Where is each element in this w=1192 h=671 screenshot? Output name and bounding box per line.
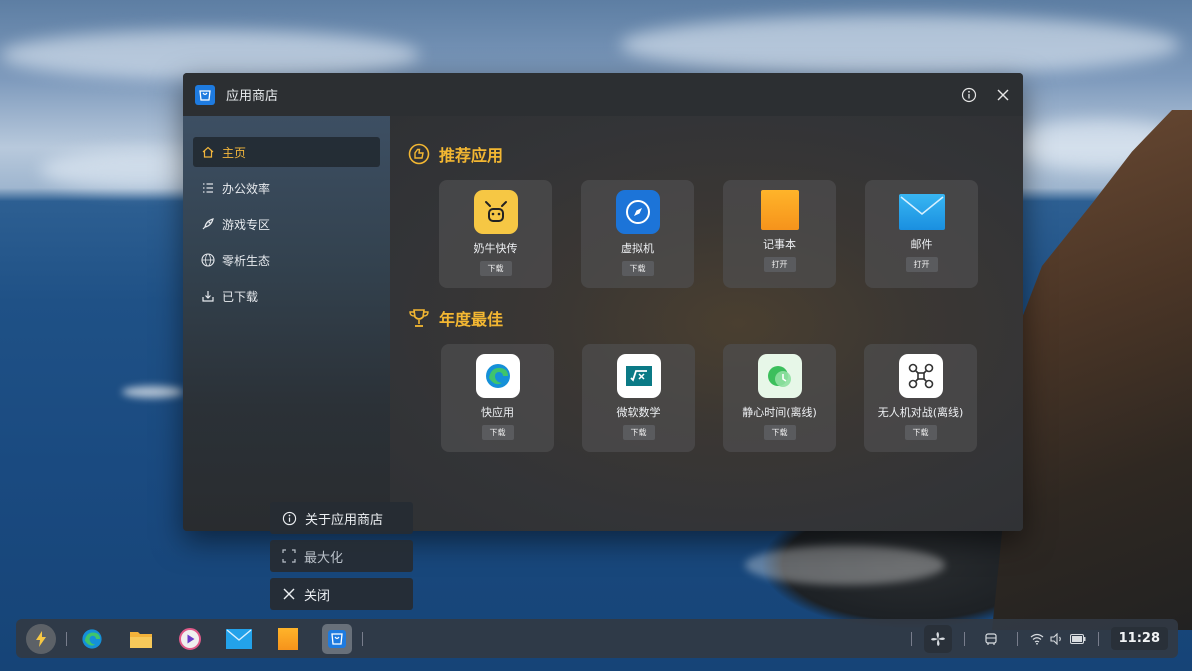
menu-item-label: 关闭 (304, 588, 331, 604)
fan-icon[interactable] (923, 624, 952, 653)
app-card[interactable]: 无人机对战(离线) 下载 (864, 344, 977, 452)
main-content: 推荐应用 奶牛快传 下载 虚拟机 下载 记事本 打开 邮件 打开 年度最佳 快应… (390, 116, 1023, 531)
app-store-icon (195, 84, 215, 105)
title-bar[interactable]: 应用商店 (183, 73, 1023, 116)
trophy-icon (409, 309, 429, 327)
app-card[interactable]: 虚拟机 下载 (581, 180, 694, 288)
app-card[interactable]: 记事本 打开 (723, 180, 836, 288)
wave-foam (122, 386, 184, 398)
wifi-icon[interactable] (1030, 633, 1044, 645)
app-store-window: 应用商店 主页 办公效率 游戏专区 零析生态 已下载 推荐应用 奶牛快传 下载 … (183, 73, 1023, 531)
app-card[interactable]: 邮件 打开 (865, 180, 978, 288)
folder-icon[interactable] (126, 624, 156, 654)
app-name: 虚拟机 (621, 242, 654, 255)
window-title: 应用商店 (226, 89, 279, 104)
taskbar-separator (66, 631, 67, 646)
app-card[interactable]: 快应用 下载 (441, 344, 554, 452)
menu-item-maximize[interactable]: 最大化 (270, 540, 413, 572)
drone-icon (898, 354, 943, 398)
section-title-recommended: 推荐应用 (408, 142, 1005, 166)
app-card[interactable]: 静心时间(离线) 下载 (723, 344, 836, 452)
taskbar-separator (1016, 631, 1018, 646)
system-tray: 11:28 (909, 624, 1168, 653)
close-icon[interactable] (995, 87, 1011, 103)
media-player-icon[interactable] (175, 624, 205, 654)
mail-icon (898, 194, 945, 230)
sidebar-item-home[interactable]: 主页 (193, 137, 380, 167)
cloud (620, 15, 1180, 75)
app-name: 邮件 (910, 238, 933, 251)
www-icon (201, 253, 215, 267)
menu-item-about[interactable]: 关于应用商店 (270, 502, 413, 534)
taskbar: 11:28 (16, 619, 1178, 658)
app-card[interactable]: 奶牛快传 下载 (439, 180, 552, 288)
download-button[interactable]: 下载 (622, 425, 655, 440)
wave-foam (745, 545, 945, 585)
taskbar-separator (1097, 631, 1099, 646)
maximize-icon (282, 549, 296, 563)
download-button[interactable]: 下载 (763, 425, 796, 440)
info-icon[interactable] (961, 87, 977, 103)
app-name: 无人机对战(离线) (877, 406, 964, 419)
sidebar-item-label: 游戏专区 (222, 217, 271, 232)
close-icon (283, 588, 295, 600)
open-button[interactable]: 打开 (763, 257, 796, 272)
app-name: 快应用 (481, 406, 514, 419)
menu-item-label: 最大化 (304, 550, 344, 566)
thumb-badge-icon (408, 143, 430, 165)
sidebar-item-office[interactable]: 办公效率 (193, 173, 380, 203)
section-title-text: 年度最佳 (439, 310, 504, 329)
sidebar-item-label: 零析生态 (222, 253, 271, 268)
launcher-button[interactable] (26, 623, 56, 654)
home-icon (202, 146, 214, 158)
download-tray-icon (202, 291, 214, 302)
download-button[interactable]: 下载 (479, 261, 512, 276)
sidebar-item-label: 已下载 (222, 289, 259, 304)
sidebar: 主页 办公效率 游戏专区 零析生态 已下载 (183, 116, 390, 531)
app-name: 微软数学 (616, 406, 661, 419)
edge-icon (475, 354, 520, 398)
sidebar-item-ecosystem[interactable]: 零析生态 (193, 245, 380, 275)
mail-icon[interactable] (224, 624, 254, 654)
section-title-text: 推荐应用 (439, 146, 504, 165)
sidebar-item-label: 主页 (222, 145, 247, 160)
robot-icon[interactable] (977, 625, 1005, 653)
app-card[interactable]: 微软数学 下载 (582, 344, 695, 452)
download-button[interactable]: 下载 (481, 425, 514, 440)
app-name: 记事本 (763, 238, 796, 251)
section-title-best-of-year: 年度最佳 (408, 306, 1005, 330)
clock-app-icon (757, 354, 802, 398)
app-grid-recommended: 奶牛快传 下载 虚拟机 下载 记事本 打开 邮件 打开 (439, 180, 1005, 288)
notepad-icon[interactable] (273, 624, 303, 654)
edge-icon[interactable] (77, 624, 107, 654)
volume-icon[interactable] (1050, 632, 1064, 645)
rocket-icon (202, 218, 214, 230)
app-name: 奶牛快传 (473, 242, 518, 255)
taskbar-separator (910, 631, 912, 646)
bolt-icon (36, 630, 46, 647)
app-grid-best-of-year: 快应用 下载 微软数学 下载 静心时间(离线) 下载 无人机对战(离线) 下载 (441, 344, 1005, 452)
clock[interactable]: 11:28 (1110, 627, 1168, 650)
app-store-icon[interactable] (322, 623, 352, 654)
taskbar-separator (362, 631, 363, 646)
notepad-icon (760, 190, 799, 230)
download-button[interactable]: 下载 (621, 261, 654, 276)
sidebar-item-games[interactable]: 游戏专区 (193, 209, 380, 239)
battery-icon[interactable] (1069, 633, 1086, 644)
taskbar-separator (963, 631, 965, 646)
app-name: 静心时间(离线) (742, 406, 817, 419)
list-icon (203, 183, 213, 193)
sidebar-item-label: 办公效率 (222, 181, 271, 196)
sidebar-item-downloaded[interactable]: 已下载 (193, 281, 380, 311)
open-button[interactable]: 打开 (905, 257, 938, 272)
download-button[interactable]: 下载 (904, 425, 937, 440)
compass-icon (615, 190, 660, 234)
info-icon (282, 511, 297, 525)
cow-icon (473, 190, 518, 234)
menu-item-close[interactable]: 关闭 (270, 578, 413, 610)
math-icon (616, 354, 661, 398)
menu-item-label: 关于应用商店 (305, 512, 384, 528)
